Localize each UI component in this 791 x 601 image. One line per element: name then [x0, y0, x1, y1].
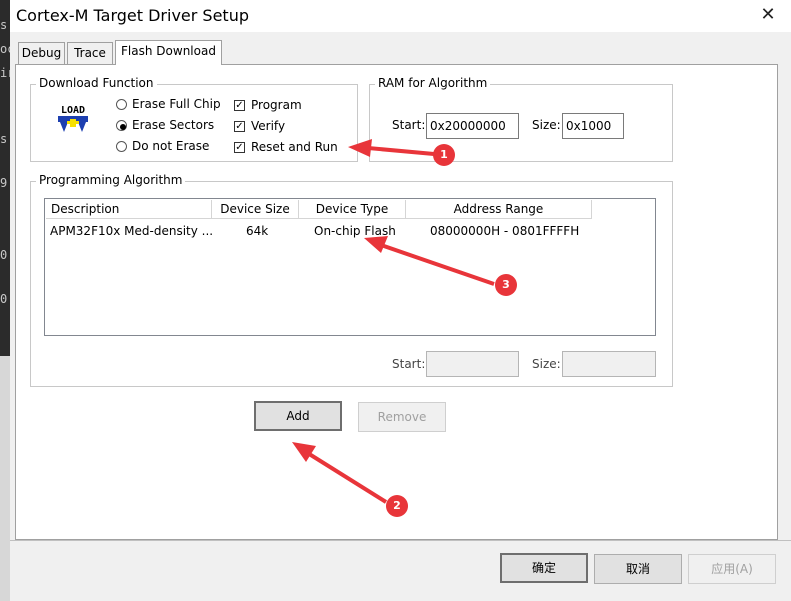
annotation-arrowhead-3: [364, 236, 388, 253]
annotation-arrowhead-1: [348, 139, 372, 157]
annotation-arrow-2: [304, 450, 388, 504]
annotation-badge-2: 2: [386, 495, 408, 517]
tab-flash-download[interactable]: Flash Download: [115, 40, 222, 65]
annotation-badge-1: 1: [433, 144, 455, 166]
annotation-arrow-1: [367, 146, 435, 156]
annotation-arrowhead-2: [292, 442, 316, 462]
annotation-arrow-3: [377, 242, 495, 286]
annotation-badge-3: 3: [495, 274, 517, 296]
